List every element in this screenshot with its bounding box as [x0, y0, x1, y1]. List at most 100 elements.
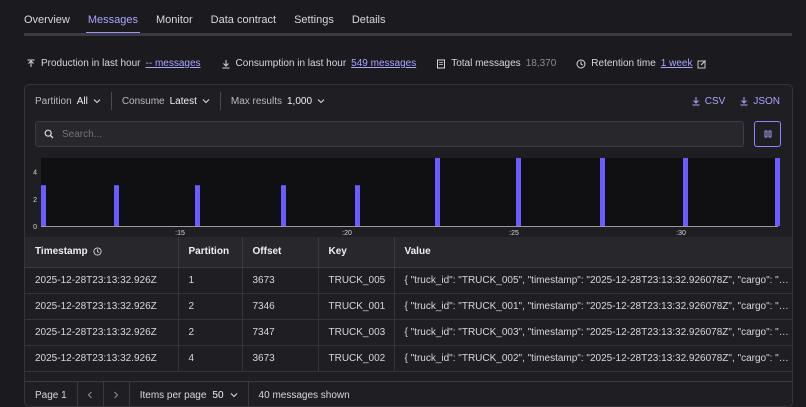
chart-bar[interactable]: [281, 185, 286, 226]
y-tick-label: 2: [33, 197, 37, 204]
export-json-button[interactable]: JSON: [739, 96, 780, 107]
timestamp-cell: 2025-12-28T23:13:32.926Z: [25, 319, 179, 346]
y-tick-label: 0: [33, 224, 37, 231]
column-header[interactable]: Value: [394, 237, 792, 268]
y-tick-label: 4: [33, 170, 37, 177]
retention-stat: Retention time 1 week: [576, 58, 707, 69]
column-header[interactable]: Key: [318, 237, 395, 268]
export-csv-button[interactable]: CSV: [691, 95, 726, 107]
prev-page-button[interactable]: [78, 381, 104, 406]
chart-bar[interactable]: [355, 185, 360, 226]
consume-select[interactable]: Consume Latest: [122, 96, 210, 107]
production-stat: Production in last hour -- messages: [26, 58, 201, 69]
chart-bar[interactable]: [435, 158, 440, 226]
chart-bar[interactable]: [516, 158, 521, 226]
column-header[interactable]: Partition: [178, 237, 243, 268]
edit-icon[interactable]: [697, 59, 707, 69]
tab-data-contract[interactable]: Data contract: [211, 0, 276, 34]
pause-icon: [764, 130, 771, 138]
retention-link[interactable]: 1 week: [661, 58, 693, 69]
production-link[interactable]: -- messages: [146, 58, 201, 69]
clock-icon: [93, 247, 102, 256]
table-row[interactable]: 2025-12-28T23:13:32.926Z 4 3673 TRUCK_00…: [25, 345, 792, 372]
partition-cell: 2: [178, 319, 243, 346]
consumption-link[interactable]: 549 messages: [351, 58, 416, 69]
messages-panel: Partition All Consume Latest Max results…: [24, 84, 793, 407]
x-tick-label: :15: [175, 230, 185, 237]
chart-bar[interactable]: [600, 158, 605, 226]
download-icon: [221, 59, 231, 69]
max-results-label: Max results: [230, 95, 282, 107]
x-tick-label: :20: [342, 230, 352, 237]
items-per-page-value: 50: [212, 389, 224, 401]
table-row[interactable]: 2025-12-28T23:13:32.926Z 1 3673 TRUCK_00…: [25, 267, 792, 294]
search-input[interactable]: [62, 128, 662, 140]
total-stat: Total messages 18,370: [436, 58, 556, 69]
retention-label: Retention time: [591, 58, 656, 69]
chart-bar[interactable]: [114, 185, 119, 226]
download-icon: [740, 97, 748, 106]
page-indicator: Page 1: [25, 381, 78, 406]
chart-bar[interactable]: [195, 185, 200, 226]
partition-select[interactable]: Partition All: [35, 96, 101, 107]
column-header-label: Timestamp: [35, 246, 88, 258]
consume-value: Latest: [169, 95, 197, 107]
next-page-button[interactable]: [104, 381, 130, 406]
value-cell: { "truck_id": "TRUCK_005", "timestamp": …: [394, 267, 792, 294]
chart-plot-area: [41, 158, 778, 226]
pagination-bar: Page 1 Items per page 50 40 messages sho…: [25, 381, 792, 406]
chevron-down-icon: [202, 99, 210, 104]
tab-bar: Overview Messages Monitor Data contract …: [24, 0, 806, 34]
column-header[interactable]: Offset: [242, 237, 319, 268]
chevron-down-icon: [230, 393, 237, 398]
chart-bar[interactable]: [41, 185, 46, 226]
timestamp-cell: 2025-12-28T23:13:32.926Z: [25, 293, 179, 320]
total-label: Total messages: [451, 58, 521, 69]
timestamp-cell: 2025-12-28T23:13:32.926Z: [25, 267, 179, 294]
consumption-label: Consumption in last hour: [235, 58, 347, 69]
table-header-row: Timestamp Partition Offset Key Value: [25, 237, 792, 268]
search-box[interactable]: [35, 121, 744, 147]
csv-label: CSV: [704, 95, 726, 107]
chart-bar[interactable]: [775, 158, 780, 226]
export-actions: CSV JSON: [691, 85, 780, 117]
pause-button[interactable]: [754, 121, 781, 147]
search-icon: [44, 129, 54, 139]
document-icon: [436, 59, 446, 69]
table-row[interactable]: 2025-12-28T23:13:32.926Z 2 7347 TRUCK_00…: [25, 319, 792, 346]
toolbar-divider: [110, 92, 112, 110]
column-header[interactable]: Timestamp: [25, 237, 179, 268]
items-per-page-select[interactable]: Items per page 50: [130, 381, 249, 406]
message-rate-chart: 0 2 4:15:20:25:30: [33, 158, 780, 237]
tab-messages[interactable]: Messages: [85, 0, 141, 34]
max-results-value: 1,000: [287, 95, 313, 107]
consumption-stat: Consumption in last hour 549 messages: [221, 58, 416, 69]
messages-table: Timestamp Partition Offset Key Value 202…: [25, 237, 792, 372]
download-icon: [692, 97, 700, 106]
messages-shown-count: 40 messages shown: [258, 389, 350, 401]
key-cell: TRUCK_005: [318, 267, 395, 294]
chevron-left-icon: [87, 391, 93, 399]
value-cell: { "truck_id": "TRUCK_002", "timestamp": …: [394, 345, 792, 372]
total-value: 18,370: [525, 58, 557, 69]
tab-divider: [24, 33, 792, 36]
offset-cell: 7346: [242, 293, 319, 320]
chart-bar[interactable]: [683, 158, 688, 226]
tab-settings[interactable]: Settings: [294, 0, 334, 34]
items-per-page-label: Items per page: [139, 389, 207, 401]
partition-cell: 1: [178, 267, 243, 294]
table-row[interactable]: 2025-12-28T23:13:32.926Z 2 7346 TRUCK_00…: [25, 293, 792, 320]
filter-toolbar: Partition All Consume Latest Max results…: [25, 85, 792, 117]
key-cell: TRUCK_001: [318, 293, 395, 320]
tab-details[interactable]: Details: [352, 0, 386, 34]
tab-overview[interactable]: Overview: [24, 0, 70, 34]
production-label: Production in last hour: [41, 58, 141, 69]
key-cell: TRUCK_002: [318, 345, 395, 372]
value-cell: { "truck_id": "TRUCK_001", "timestamp": …: [394, 293, 792, 320]
stats-row: Production in last hour -- messages Cons…: [26, 58, 707, 69]
x-tick-label: :30: [676, 230, 686, 237]
tab-monitor[interactable]: Monitor: [156, 0, 193, 34]
clock-icon: [576, 59, 586, 69]
json-label: JSON: [753, 95, 780, 107]
max-results-select[interactable]: Max results 1,000: [231, 96, 325, 107]
